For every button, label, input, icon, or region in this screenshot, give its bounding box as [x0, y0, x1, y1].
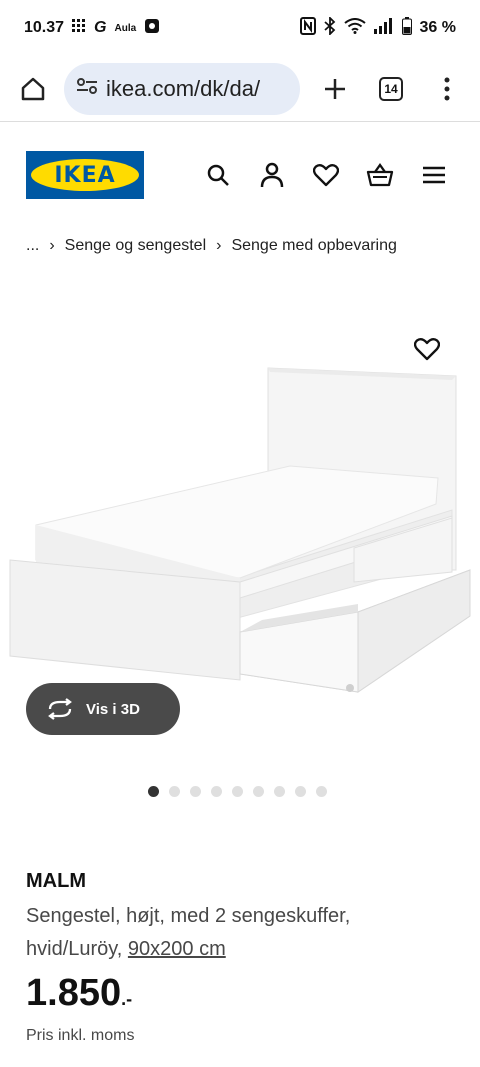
menu-button[interactable] — [414, 155, 454, 195]
notification-app-icon — [144, 18, 160, 39]
chevron-right-icon: › — [216, 237, 222, 254]
view-in-3d-button[interactable]: Vis i 3D — [26, 683, 180, 735]
breadcrumb-item-senge-og-sengestel[interactable]: Senge og sengestel — [65, 237, 206, 255]
carousel-dot[interactable] — [211, 786, 222, 797]
wifi-icon — [343, 17, 366, 39]
carousel-dot[interactable] — [190, 786, 201, 797]
status-left: 10.37 G Aula — [24, 18, 160, 39]
shopping-basket-icon — [366, 163, 394, 187]
bluetooth-icon — [323, 15, 336, 40]
home-icon — [21, 77, 45, 100]
nfc-icon — [299, 16, 316, 40]
breadcrumb: ... › Senge og sengestel › Senge med opb… — [26, 232, 397, 260]
new-tab-button[interactable] — [314, 68, 356, 110]
carousel-dot[interactable] — [148, 786, 159, 797]
logo-text: IKEA — [31, 159, 139, 191]
price-suffix: .- — [121, 989, 133, 1009]
cart-button[interactable] — [360, 155, 400, 195]
site-header: IKEA — [0, 123, 480, 227]
product-description: Sengestel, højt, med 2 sengeskuffer, hvi… — [26, 900, 446, 966]
carousel-dot[interactable] — [253, 786, 264, 797]
signal-icon — [373, 17, 394, 39]
browser-toolbar: ikea.com/dk/da/ 14 — [0, 56, 480, 122]
battery-icon — [401, 16, 412, 40]
aula-app-icon: Aula — [114, 22, 137, 34]
plus-icon — [325, 78, 345, 99]
clock: 10.37 — [24, 19, 65, 36]
search-button[interactable] — [198, 155, 238, 195]
product-price: 1.850 .- — [26, 972, 132, 1015]
product-name: MALM — [26, 870, 86, 892]
site-settings-icon[interactable] — [76, 77, 98, 100]
status-right: 36 % — [299, 15, 456, 40]
add-to-favourites-button[interactable] — [408, 330, 446, 368]
breadcrumb-ellipsis[interactable]: ... — [26, 237, 39, 255]
grid-app-icon — [72, 18, 86, 38]
address-bar[interactable]: ikea.com/dk/da/ — [64, 62, 300, 115]
carousel-dot[interactable] — [274, 786, 285, 797]
product-size-link[interactable]: 90x200 cm — [128, 938, 226, 960]
carousel-dot[interactable] — [316, 786, 327, 797]
price-amount: 1.850 — [26, 972, 122, 1014]
heart-icon — [414, 338, 440, 361]
bed-illustration — [9, 367, 471, 693]
price-note: Pris inkl. moms — [26, 1027, 135, 1044]
hamburger-icon — [423, 166, 445, 184]
image-carousel-dots — [148, 786, 327, 797]
view-in-3d-label: Vis i 3D — [86, 700, 140, 718]
home-button[interactable] — [12, 68, 54, 110]
breadcrumb-item-senge-med-opbevaring[interactable]: Senge med opbevaring — [231, 237, 396, 255]
tab-count: 14 — [379, 76, 403, 101]
carousel-dot[interactable] — [169, 786, 180, 797]
carousel-dot[interactable] — [232, 786, 243, 797]
more-vert-icon — [444, 77, 450, 100]
carousel-dot[interactable] — [295, 786, 306, 797]
chevron-right-icon: › — [49, 237, 55, 254]
browser-menu-button[interactable] — [426, 68, 468, 110]
ikea-logo[interactable]: IKEA — [26, 151, 144, 199]
account-button[interactable] — [252, 155, 292, 195]
search-icon — [207, 164, 229, 186]
header-actions — [198, 155, 454, 195]
url-text: ikea.com/dk/da/ — [106, 75, 261, 101]
g-app-icon: G — [94, 19, 107, 36]
rotate-3d-icon — [48, 698, 72, 720]
product-image[interactable] — [0, 320, 480, 700]
favourites-button[interactable] — [306, 155, 346, 195]
tab-switcher-button[interactable]: 14 — [370, 68, 412, 110]
user-icon — [260, 162, 284, 188]
heart-icon — [313, 164, 339, 187]
status-bar: 10.37 G Aula 36 % — [0, 0, 480, 56]
battery-percent: 36 % — [419, 19, 456, 36]
